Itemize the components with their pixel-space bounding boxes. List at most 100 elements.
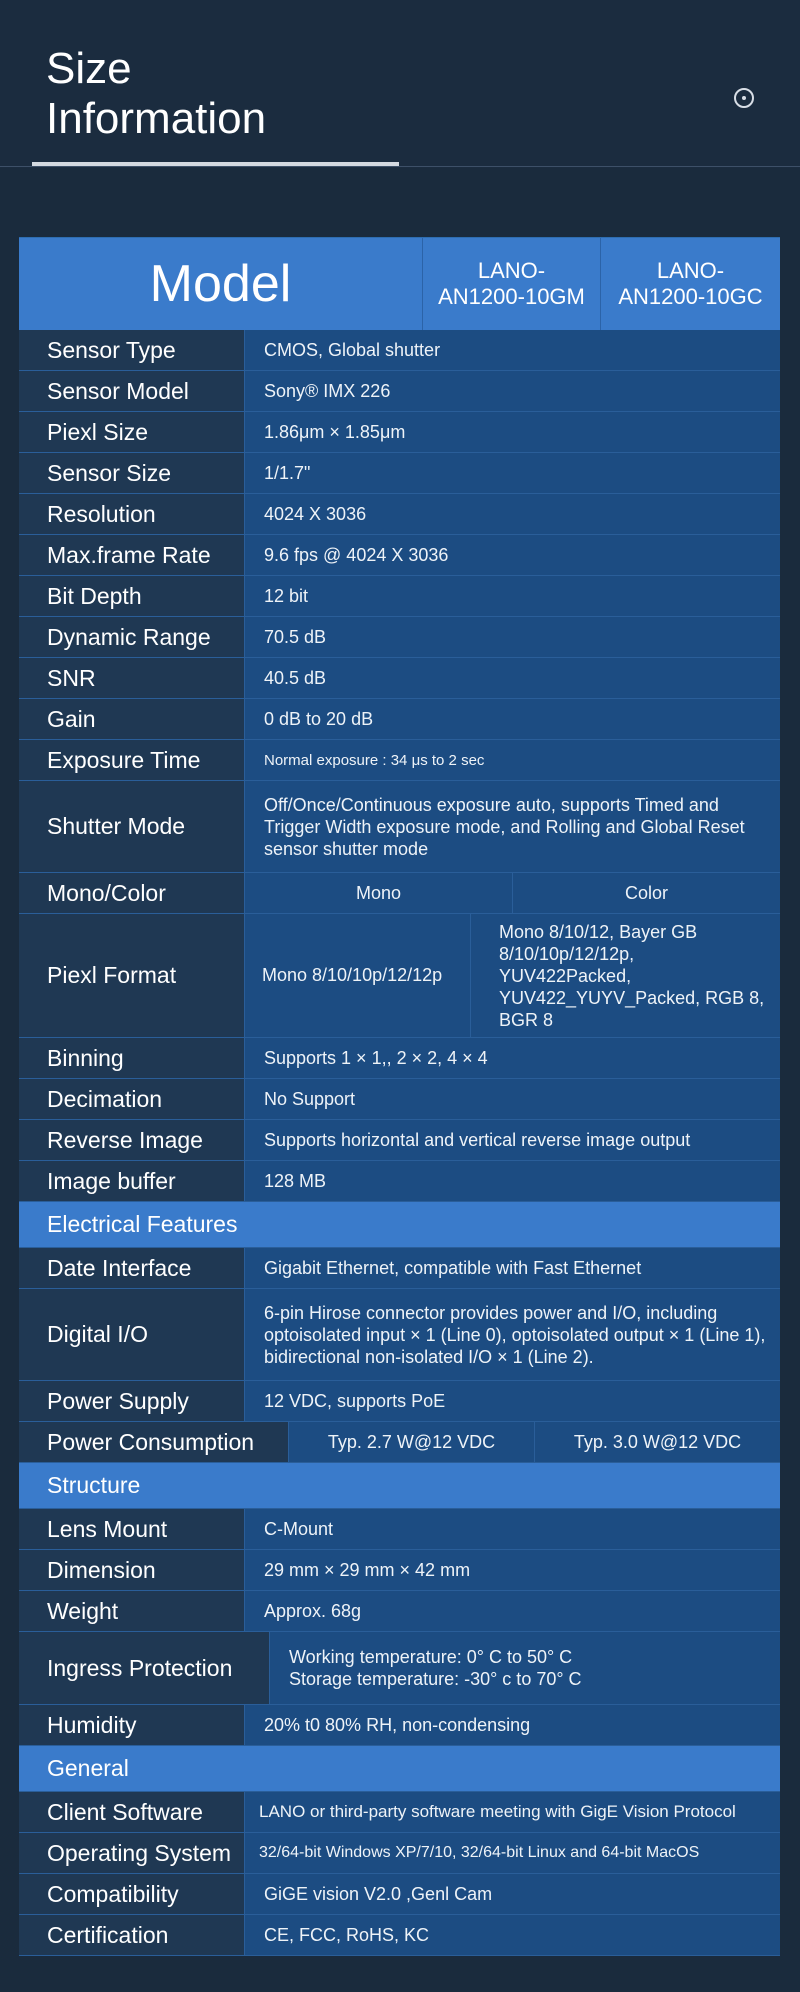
spec-value: C-Mount xyxy=(264,1518,334,1539)
spec-label: Sensor Size xyxy=(19,453,245,493)
spec-value-mono: Mono 8/10/10p/12/12p xyxy=(245,914,471,1037)
spec-label: Binning xyxy=(19,1038,245,1078)
spec-value: 0 dB to 20 dB xyxy=(264,708,374,729)
spec-value: 12 bit xyxy=(264,585,309,606)
spec-label: Exposure Time xyxy=(19,740,245,780)
spec-row-snr: SNR 40.5 dB xyxy=(19,658,780,699)
spec-label: Operating System xyxy=(19,1833,245,1873)
spec-label: Power Consumption xyxy=(19,1422,289,1462)
spec-value: No Support xyxy=(264,1088,356,1109)
spec-value: Supports horizontal and vertical reverse… xyxy=(264,1129,691,1150)
spec-row-pixel-format: Piexl Format Mono 8/10/10p/12/12p Mono 8… xyxy=(19,914,780,1038)
spec-label: Weight xyxy=(19,1591,245,1631)
spec-value: 4024 X 3036 xyxy=(264,503,367,524)
spec-label: Power Supply xyxy=(19,1381,245,1421)
spec-label: Gain xyxy=(19,699,245,739)
spec-row-pixel-size: Piexl Size 1.86μm × 1.85μm xyxy=(19,412,780,453)
spec-label: Sensor Type xyxy=(19,330,245,370)
spec-row-shutter-mode: Shutter Mode Off/Once/Continuous exposur… xyxy=(19,781,780,873)
spec-value: Working temperature: 0° C to 50° C Stora… xyxy=(289,1647,582,1689)
spec-label: SNR xyxy=(19,658,245,698)
spec-label: Shutter Mode xyxy=(19,781,245,872)
model-label: Model xyxy=(19,238,423,330)
spec-label: Digital I/O xyxy=(19,1289,245,1380)
section-electrical: Electrical Features xyxy=(19,1202,780,1248)
spec-value-mono: Typ. 2.7 W@12 VDC xyxy=(289,1422,535,1462)
spec-label: Max.frame Rate xyxy=(19,535,245,575)
section-general: General xyxy=(19,1746,780,1792)
spec-value: 20% t0 80% RH, non-condensing xyxy=(264,1714,531,1735)
spec-value: Sony® IMX 226 xyxy=(264,380,391,401)
spec-row-digital-io: Digital I/O 6-pin Hirose connector provi… xyxy=(19,1289,780,1381)
spec-row-dynamic-range: Dynamic Range 70.5 dB xyxy=(19,617,780,658)
spec-label: Sensor Model xyxy=(19,371,245,411)
spec-label: Compatibility xyxy=(19,1874,245,1914)
spec-value: 29 mm × 29 mm × 42 mm xyxy=(264,1559,471,1580)
spec-value: GiGE vision V2.0 ,Genl Cam xyxy=(264,1883,493,1904)
spec-label: Lens Mount xyxy=(19,1509,245,1549)
spec-label: Humidity xyxy=(19,1705,245,1745)
spec-value: Normal exposure : 34 μs to 2 sec xyxy=(264,751,485,769)
header-divider xyxy=(0,166,800,167)
page-header: Size Information xyxy=(0,0,800,168)
spec-value: LANO or third-party software meeting wit… xyxy=(259,1802,736,1821)
spec-row-power-consumption: Power Consumption Typ. 2.7 W@12 VDC Typ.… xyxy=(19,1422,780,1463)
spec-row-ingress-protection: Ingress Protection Working temperature: … xyxy=(19,1632,780,1705)
spec-value: 12 VDC, supports PoE xyxy=(264,1390,446,1411)
spec-row-lens-mount: Lens Mount C-Mount xyxy=(19,1509,780,1550)
spec-value: 32/64-bit Windows XP/7/10, 32/64-bit Lin… xyxy=(259,1844,700,1861)
spec-value: CMOS, Global shutter xyxy=(264,339,441,360)
spec-row-dimension: Dimension 29 mm × 29 mm × 42 mm xyxy=(19,1550,780,1591)
model-variant-gc: LANO- AN1200-10GC xyxy=(618,258,763,309)
spec-label: Mono/Color xyxy=(19,873,245,913)
spec-value-color: Mono 8/10/12, Bayer GB 8/10/10p/12/12p, … xyxy=(499,921,765,1030)
spec-row-gain: Gain 0 dB to 20 dB xyxy=(19,699,780,740)
spec-row-frame-rate: Max.frame Rate 9.6 fps @ 4024 X 3036 xyxy=(19,535,780,576)
spec-label: Bit Depth xyxy=(19,576,245,616)
spec-row-sensor-model: Sensor Model Sony® IMX 226 xyxy=(19,371,780,412)
spec-row-decimation: Decimation No Support xyxy=(19,1079,780,1120)
spec-row-data-interface: Date Interface Gigabit Ethernet, compati… xyxy=(19,1248,780,1289)
spec-value: 40.5 dB xyxy=(264,667,327,688)
spec-row-binning: Binning Supports 1 × 1,, 2 × 2, 4 × 4 xyxy=(19,1038,780,1079)
section-structure: Structure xyxy=(19,1463,780,1509)
target-icon[interactable] xyxy=(734,88,754,108)
spec-row-bit-depth: Bit Depth 12 bit xyxy=(19,576,780,617)
spec-value: 6-pin Hirose connector provides power an… xyxy=(264,1302,766,1367)
spec-row-resolution: Resolution 4024 X 3036 xyxy=(19,494,780,535)
spec-label: Client Software xyxy=(19,1792,245,1832)
spec-value: Approx. 68g xyxy=(264,1600,362,1621)
spec-value: Gigabit Ethernet, compatible with Fast E… xyxy=(264,1257,642,1278)
spec-label: Ingress Protection xyxy=(19,1632,270,1704)
spec-label: Resolution xyxy=(19,494,245,534)
spec-label: Piexl Format xyxy=(19,914,245,1037)
spec-row-client-software: Client Software LANO or third-party soft… xyxy=(19,1792,780,1833)
spec-label: Certification xyxy=(19,1915,245,1955)
spec-value: Supports 1 × 1,, 2 × 2, 4 × 4 xyxy=(264,1047,488,1068)
spec-row-humidity: Humidity 20% t0 80% RH, non-condensing xyxy=(19,1705,780,1746)
spec-value: 128 MB xyxy=(264,1170,327,1191)
spec-row-power-supply: Power Supply 12 VDC, supports PoE xyxy=(19,1381,780,1422)
spec-value: 9.6 fps @ 4024 X 3036 xyxy=(264,544,449,565)
page-title: Size Information xyxy=(46,44,267,143)
spec-row-sensor-type: Sensor Type CMOS, Global shutter xyxy=(19,330,780,371)
spec-label: Date Interface xyxy=(19,1248,245,1288)
spec-value: 1.86μm × 1.85μm xyxy=(264,421,406,442)
spec-value: Off/Once/Continuous exposure auto, suppo… xyxy=(264,794,745,859)
spec-value-color: Typ. 3.0 W@12 VDC xyxy=(573,1431,742,1452)
spec-row-exposure-time: Exposure Time Normal exposure : 34 μs to… xyxy=(19,740,780,781)
spec-row-certification: Certification CE, FCC, RoHS, KC xyxy=(19,1915,780,1956)
model-header-row: Model LANO- AN1200-10GM LANO- AN1200-10G… xyxy=(19,238,780,330)
spec-row-reverse-image: Reverse Image Supports horizontal and ve… xyxy=(19,1120,780,1161)
spec-row-weight: Weight Approx. 68g xyxy=(19,1591,780,1632)
spec-label: Piexl Size xyxy=(19,412,245,452)
spec-row-sensor-size: Sensor Size 1/1.7" xyxy=(19,453,780,494)
spec-row-compatibility: Compatibility GiGE vision V2.0 ,Genl Cam xyxy=(19,1874,780,1915)
spec-row-image-buffer: Image buffer 128 MB xyxy=(19,1161,780,1202)
spec-table: Model LANO- AN1200-10GM LANO- AN1200-10G… xyxy=(19,237,780,1956)
spec-row-mono-color: Mono/Color Mono Color xyxy=(19,873,780,914)
model-variant-gm: LANO- AN1200-10GM xyxy=(423,238,601,330)
spec-value-color: Color xyxy=(624,882,668,903)
spec-label: Dimension xyxy=(19,1550,245,1590)
spec-value-mono: Mono xyxy=(245,873,513,913)
